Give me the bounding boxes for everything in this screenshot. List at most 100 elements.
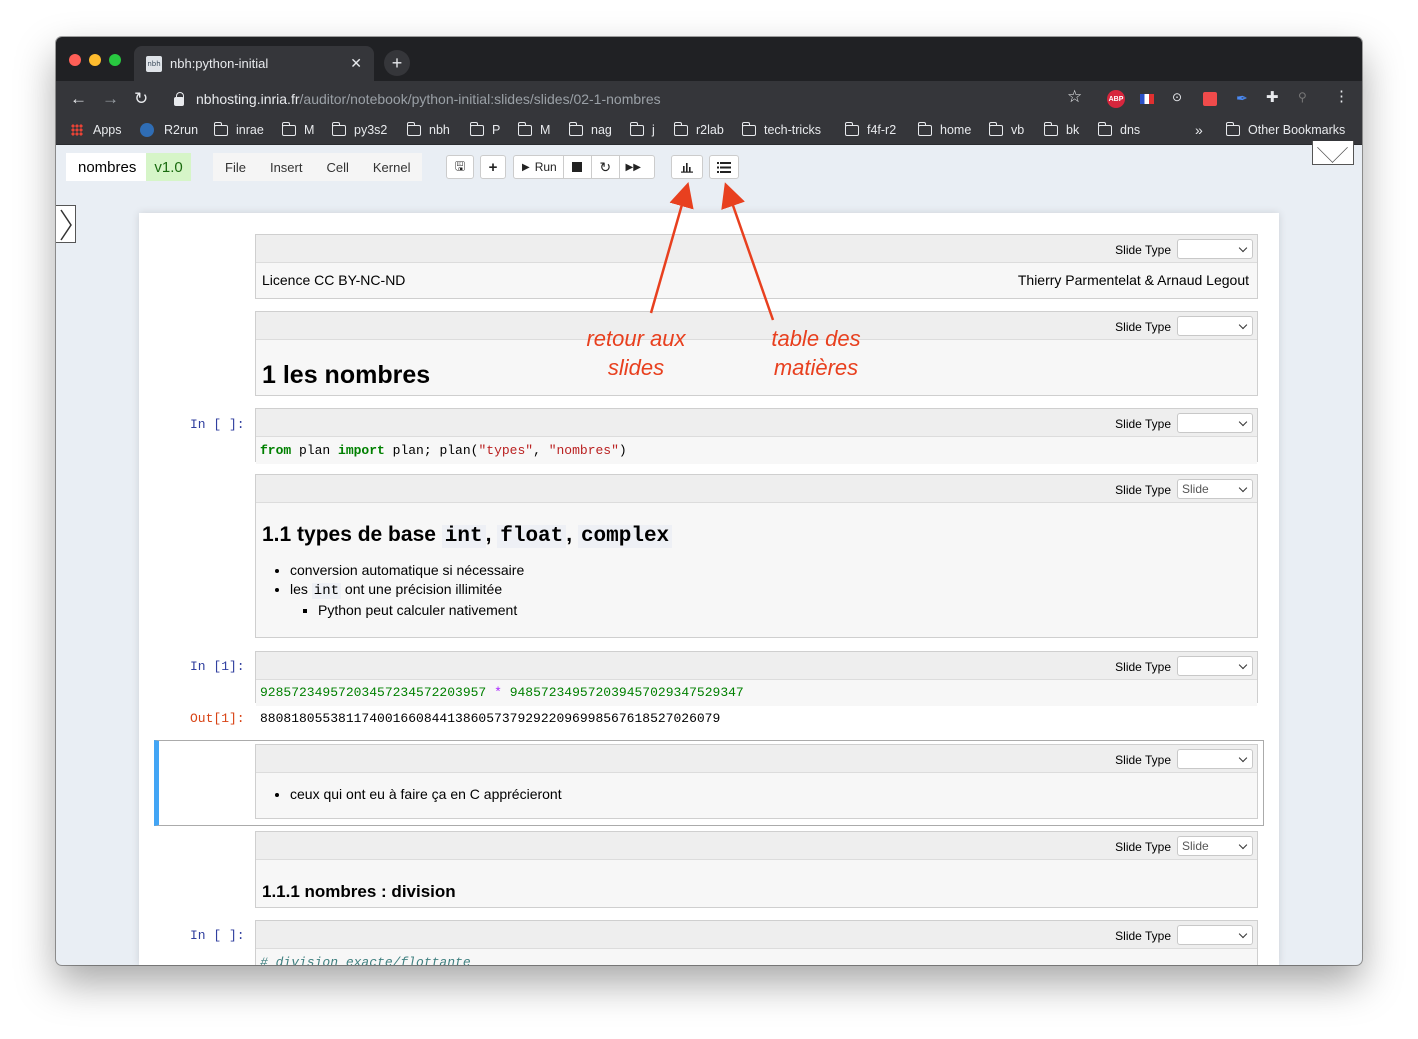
code-cell[interactable]: Slide Type 92857234957203457234572203957… [255,651,1258,706]
slide-type-select[interactable] [1177,925,1253,945]
menu-bar: File Insert Cell Kernel [213,153,423,181]
url-path: /auditor/notebook/python-initial:slides/… [299,91,661,107]
slide-type-label: Slide Type [1115,483,1171,497]
insert-cell-button[interactable]: + [480,155,506,179]
menu-cell[interactable]: Cell [314,160,360,175]
number-literal: 948572349572039457029347529347 [509,685,744,700]
bookmark-folder[interactable]: dns [1098,121,1140,137]
toc-button[interactable] [709,155,739,179]
folder-icon [214,121,228,136]
chevron-right-icon [60,209,72,241]
favicon-icon: nbh [146,55,162,72]
slide-type-label: Slide Type [1115,660,1171,674]
bookmark-folder[interactable]: bk [1044,121,1079,137]
code-input[interactable]: from plan import plan; plan("types", "no… [256,437,1257,464]
bookmark-folder[interactable]: vb [989,121,1024,137]
key-icon[interactable]: ⚲ [1298,90,1307,104]
reload-icon[interactable]: ↻ [134,89,148,109]
plus-icon: + [488,158,498,176]
markdown-cell[interactable]: Slide Type Slide 1.1 types de base int, … [255,474,1258,638]
fast-forward-icon: ▶▶ [625,161,641,173]
run-button[interactable]: ▶ Run [514,160,563,174]
zoom-window-button[interactable] [109,54,121,66]
bookmark-folder[interactable]: nbh [407,121,450,137]
new-tab-button[interactable]: + [384,50,410,76]
folder-icon [282,121,296,136]
restart-icon: ↻ [599,158,612,175]
flag-icon[interactable] [1140,94,1154,104]
bookmark-folder[interactable]: nag [569,121,612,137]
interrupt-button[interactable] [562,156,591,178]
slide-type-select[interactable] [1177,749,1253,769]
code-input[interactable]: 92857234957203457234572203957 * 94857234… [256,680,1257,706]
number-literal: 92857234957203457234572203957 [260,685,487,700]
bookmark-folder[interactable]: f4f-r2 [845,121,896,137]
slide-type-select[interactable] [1177,656,1253,676]
list-item: ceux qui ont eu à faire ça en C apprécie… [290,786,1251,802]
record-icon[interactable]: ⊙ [1172,90,1182,104]
bookmark-folder[interactable]: M [282,121,314,137]
adblock-icon[interactable]: ABP [1107,90,1125,108]
code-cell[interactable]: Slide Type from plan import plan; plan("… [255,408,1258,464]
run-all-button[interactable]: ▶▶ [618,156,647,178]
bookmark-folder[interactable]: inrae [214,121,264,137]
folder-icon [518,121,532,136]
slide-type-select[interactable] [1177,239,1253,259]
back-icon[interactable]: ← [70,89,87,109]
menu-insert[interactable]: Insert [258,160,315,175]
puzzle-icon[interactable]: ✚ [1266,88,1279,106]
code-cell[interactable]: Slide Type # division exacte/flottante [255,920,1258,965]
bookmark-folder[interactable]: tech-tricks [742,121,821,137]
markdown-cell[interactable]: Slide Type Slide 1.1.1 nombres : divisio… [255,831,1258,908]
menu-file[interactable]: File [213,160,258,175]
close-tab-icon[interactable]: ✕ [350,55,362,72]
save-button[interactable]: 🖫 [446,155,474,179]
forward-icon[interactable]: → [102,89,119,109]
menu-kernel[interactable]: Kernel [361,160,423,175]
pen-icon[interactable]: ✒ [1236,90,1248,107]
restart-button[interactable]: ↻ [590,156,619,178]
code-int: int [441,525,486,548]
bookmark-folder[interactable]: M [518,121,550,137]
bookmark-star-icon[interactable]: ☆ [1067,87,1082,107]
slide-type-select[interactable] [1177,316,1253,336]
bookmark-folder[interactable]: j [630,121,655,137]
list-item: Python peut calculer nativement [318,602,1251,618]
bookmark-apps[interactable]: Apps [71,123,122,137]
browser-toolbar: ← → ↻ nbhosting.inria.fr /auditor/notebo… [56,81,1362,117]
bullet-list: conversion automatique si nécessaire les… [262,562,1251,618]
markdown-cell[interactable]: Slide Type ceux qui ont eu à faire ça en… [255,744,1258,819]
bookmark-folder[interactable]: py3s2 [332,121,387,137]
bookmark-folder[interactable]: P [470,121,500,137]
slide-type-label: Slide Type [1115,417,1171,431]
authors-text: Thierry Parmentelat & Arnaud Legout [1017,272,1249,288]
bookmark-other[interactable]: Other Bookmarks [1226,121,1345,137]
close-window-button[interactable] [69,54,81,66]
browser-tab[interactable]: nbh nbh:python-initial ✕ [134,46,374,81]
address-bar[interactable]: nbhosting.inria.fr /auditor/notebook/pyt… [164,85,1124,113]
operator: * [494,685,502,700]
slides-button[interactable] [671,155,703,179]
bullet-list: ceux qui ont eu à faire ça en C apprécie… [262,786,1251,802]
bookmark-folder[interactable]: r2lab [674,121,724,137]
slide-type-select[interactable] [1177,413,1253,433]
code-complex: complex [577,525,673,548]
minimize-window-button[interactable] [89,54,101,66]
sidebar-toggle-button[interactable] [56,205,76,243]
bookmark-r2run[interactable]: R2run [140,123,198,137]
input-prompt: In [ ]: [190,928,245,943]
envelope-icon[interactable] [1312,141,1354,165]
bookmarks-overflow-button[interactable]: » [1195,122,1203,138]
folder-icon [407,121,421,136]
slide-type-select[interactable]: Slide [1177,479,1253,499]
cell-toolbar: Slide Type [256,745,1257,773]
menu-icon[interactable]: ⋮ [1334,87,1349,105]
notebook-title[interactable]: nombres v1.0 [66,153,191,181]
bookmark-folder[interactable]: home [918,121,971,137]
slide-type-select[interactable]: Slide [1177,836,1253,856]
markdown-cell[interactable]: Slide Type Licence CC BY-NC-ND Thierry P… [255,234,1258,299]
extension-icon[interactable] [1203,92,1217,106]
markdown-content: ceux qui ont eu à faire ça en C apprécie… [256,773,1257,813]
code-comment[interactable]: # division exacte/flottante [256,949,1257,965]
apps-icon [71,124,83,136]
